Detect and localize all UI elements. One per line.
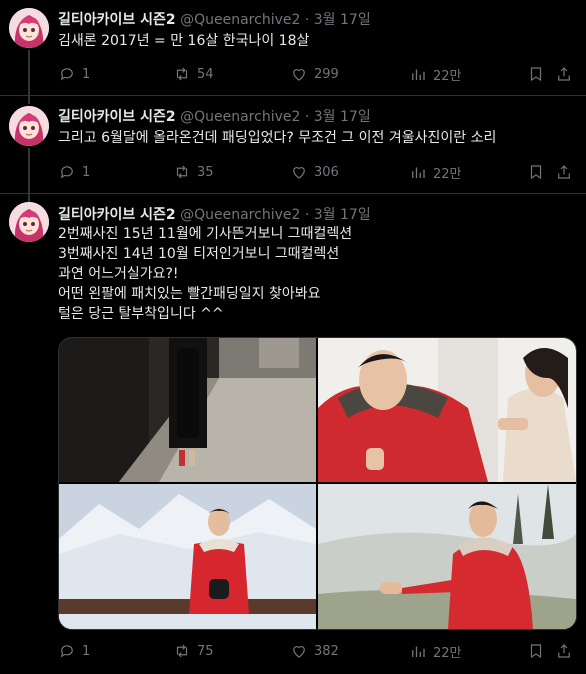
reply-button[interactable]: 1	[58, 162, 90, 182]
media-photo-2[interactable]	[318, 338, 576, 482]
like-icon	[293, 646, 305, 658]
views-button[interactable]: 22만	[409, 162, 462, 182]
thread-line	[28, 194, 30, 202]
bookmark-icon	[530, 67, 542, 82]
tweet-text: 김새론 2017년 = 만 16살 한국나이 18살	[58, 31, 309, 51]
author-name[interactable]: 길티아카이브 시즌2	[58, 12, 176, 28]
views-count: 22만	[433, 645, 462, 661]
tweet-text: 그리고 6월달에 올라온건데 패딩입었다? 무조건 그 이전 겨울사진이란 소리	[58, 128, 496, 148]
avatar[interactable]	[9, 106, 49, 146]
author-name[interactable]: 길티아카이브 시즌2	[58, 109, 176, 125]
tweet-date[interactable]: 3월 17일	[314, 12, 371, 28]
tweet-line: 어떤 왼팔에 패치있는 빨간패딩일지 찾아봐요	[58, 286, 321, 302]
bookmark-icon	[530, 644, 542, 659]
photo-hallway-image	[59, 338, 316, 482]
tweet-2[interactable]: 길티아카이브 시즌2 @Queenarchive2 · 3월 17일 그리고 6…	[0, 96, 586, 194]
like-count: 382	[314, 643, 339, 659]
tweet-text: 2번째사진 15년 11월에 기사뜬거보니 그때컬렉션 3번째사진 14년 10…	[58, 224, 352, 324]
retweet-button[interactable]: 35	[173, 162, 214, 182]
tweet-header: 길티아카이브 시즌2 @Queenarchive2 · 3월 17일	[58, 204, 371, 224]
bookmark-button[interactable]	[527, 641, 545, 661]
retweet-button[interactable]: 54	[173, 64, 214, 84]
avatar-anime-girl-icon	[9, 8, 49, 48]
photo-red-jacket-indoor-image	[318, 338, 576, 482]
views-button[interactable]: 22만	[409, 64, 462, 84]
bookmark-button[interactable]	[527, 162, 545, 182]
avatar[interactable]	[9, 8, 49, 48]
views-button[interactable]: 22만	[409, 641, 462, 661]
tweet-line: 그리고 6월달에 올라온건데 패딩입었다? 무조건 그 이전 겨울사진이란 소리	[58, 130, 497, 146]
tweet-line: 김새론 2017년 = 만 16살 한국나이 18살	[58, 33, 310, 49]
author-name[interactable]: 길티아카이브 시즌2	[58, 207, 176, 223]
tweet-line: 과연 어느거실가요?!	[58, 266, 179, 282]
tweet-line: 털은 당근 탈부착입니다 ^^	[58, 306, 224, 322]
tweet-line: 2번째사진 15년 11월에 기사뜬거보니 그때컬렉션	[58, 226, 353, 242]
separator: ·	[304, 109, 310, 125]
reply-icon	[60, 166, 73, 179]
tweet-date[interactable]: 3월 17일	[314, 109, 371, 125]
tweet-1[interactable]: 길티아카이브 시즌2 @Queenarchive2 · 3월 17일 김새론 2…	[0, 0, 586, 96]
avatar-anime-girl-icon	[9, 106, 49, 146]
author-handle[interactable]: @Queenarchive2	[180, 12, 300, 28]
thread-line	[28, 50, 30, 95]
reply-count: 1	[82, 643, 91, 659]
tweet-date[interactable]: 3월 17일	[314, 207, 371, 223]
like-count: 306	[314, 164, 339, 180]
share-icon	[558, 165, 570, 179]
views-icon	[412, 69, 425, 80]
tweet-header: 길티아카이브 시즌2 @Queenarchive2 · 3월 17일	[58, 9, 371, 29]
thread-line	[28, 96, 30, 104]
reply-count: 1	[82, 66, 91, 82]
reply-button[interactable]: 1	[58, 64, 90, 84]
author-handle[interactable]: @Queenarchive2	[180, 109, 300, 125]
reply-icon	[60, 645, 73, 658]
views-icon	[412, 167, 425, 178]
media-photo-4[interactable]	[318, 484, 576, 629]
avatar[interactable]	[9, 202, 49, 242]
retweet-icon	[176, 644, 188, 658]
retweet-count: 35	[197, 164, 214, 180]
thread-line	[28, 148, 30, 193]
reply-button[interactable]: 1	[58, 641, 90, 661]
like-button[interactable]: 299	[290, 64, 339, 84]
bookmark-button[interactable]	[527, 64, 545, 84]
share-button[interactable]	[555, 64, 573, 84]
like-icon	[293, 167, 305, 179]
media-photo-3[interactable]	[59, 484, 316, 629]
media-photo-1[interactable]	[59, 338, 316, 482]
tweet-actions: 1 75 382 22만	[58, 641, 570, 661]
views-count: 22만	[433, 166, 462, 182]
reply-count: 1	[82, 164, 91, 180]
views-icon	[412, 646, 425, 657]
separator: ·	[304, 12, 310, 28]
tweet-actions: 1 54 299 22만	[58, 64, 570, 84]
views-count: 22만	[433, 68, 462, 84]
tweet-header: 길티아카이브 시즌2 @Queenarchive2 · 3월 17일	[58, 106, 371, 126]
like-button[interactable]: 382	[290, 641, 339, 661]
reply-icon	[60, 68, 73, 81]
like-button[interactable]: 306	[290, 162, 339, 182]
retweet-icon	[176, 165, 188, 179]
share-button[interactable]	[555, 162, 573, 182]
bookmark-icon	[530, 165, 542, 180]
like-count: 299	[314, 66, 339, 82]
like-icon	[293, 69, 305, 81]
author-handle[interactable]: @Queenarchive2	[180, 207, 300, 223]
retweet-icon	[176, 67, 188, 81]
retweet-count: 54	[197, 66, 214, 82]
media-grid	[58, 337, 577, 630]
avatar-anime-girl-icon	[9, 202, 49, 242]
separator: ·	[304, 207, 310, 223]
retweet-count: 75	[197, 643, 214, 659]
tweet-line: 3번째사진 14년 10월 티저인거보니 그때컬렉션	[58, 246, 340, 262]
share-button[interactable]	[555, 641, 573, 661]
share-icon	[558, 644, 570, 658]
photo-red-jacket-outdoor-image	[318, 484, 576, 629]
photo-snow-mountain-image	[59, 484, 316, 629]
tweet-actions: 1 35 306 22만	[58, 162, 570, 182]
share-icon	[558, 67, 570, 81]
retweet-button[interactable]: 75	[173, 641, 214, 661]
